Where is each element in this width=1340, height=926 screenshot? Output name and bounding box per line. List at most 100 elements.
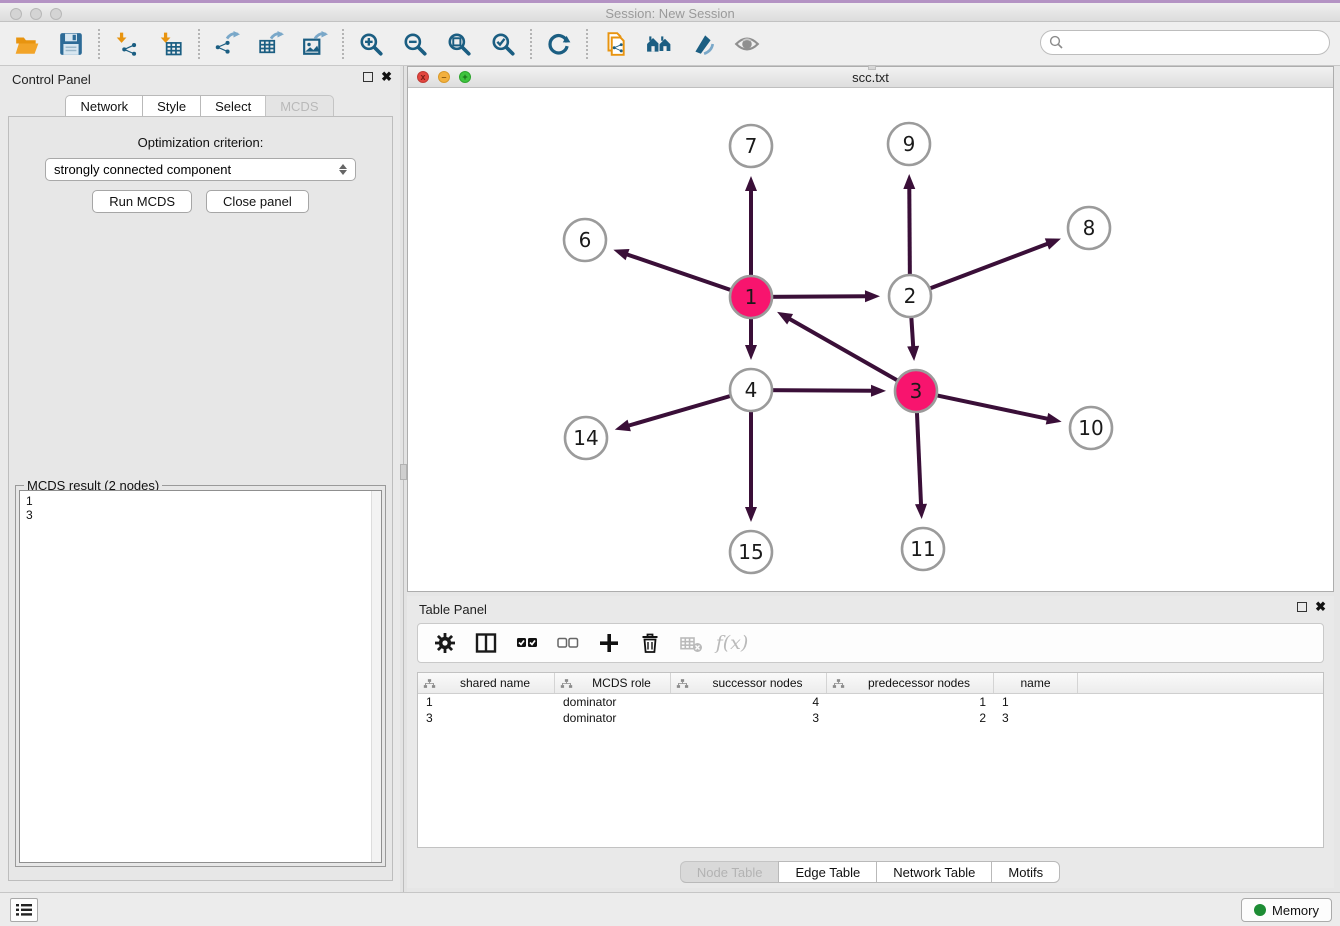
tab-style[interactable]: Style: [142, 95, 201, 116]
node-label-3: 3: [910, 379, 923, 403]
application-window: Session: New Session Control Panel ✖ Net…: [0, 0, 1340, 926]
edge-2-8[interactable]: [922, 243, 1049, 291]
edge-arrowhead: [871, 385, 886, 397]
table-row[interactable]: 3dominator323: [418, 710, 1323, 726]
column-header-predecessor-nodes[interactable]: predecessor nodes: [827, 673, 994, 693]
column-header-successor-nodes[interactable]: successor nodes: [671, 673, 827, 693]
edge-4-3[interactable]: [764, 390, 873, 391]
splitter-grip-horizontal[interactable]: [868, 65, 876, 70]
refresh-button[interactable]: [545, 30, 573, 58]
table-cell-predecessor-nodes[interactable]: 2: [827, 710, 994, 726]
node-label-7: 7: [745, 134, 758, 158]
delete-icon: [638, 631, 662, 655]
deselect-all-button[interactable]: [555, 630, 581, 656]
splitter-grip[interactable]: [400, 464, 407, 480]
export-network-button[interactable]: [213, 30, 241, 58]
float-table-panel-icon[interactable]: [1297, 602, 1307, 612]
tab-network[interactable]: Network: [65, 95, 143, 116]
zoom-selected-icon: [490, 31, 516, 57]
delete-table-icon: [679, 631, 703, 655]
column-header-name[interactable]: name: [994, 673, 1078, 693]
close-panel-icon[interactable]: ✖: [381, 72, 392, 82]
export-table-button[interactable]: [257, 30, 285, 58]
close-panel-button[interactable]: Close panel: [206, 190, 309, 213]
control-panel-title: Control Panel: [12, 72, 91, 87]
show-hide-button[interactable]: [733, 30, 761, 58]
select-all-button[interactable]: [514, 630, 540, 656]
save-session-button[interactable]: [57, 30, 85, 58]
first-neighbors-button[interactable]: [645, 30, 673, 58]
table-row[interactable]: 1dominator411: [418, 694, 1323, 710]
table-cell-shared-name[interactable]: 1: [418, 694, 555, 710]
delete-button[interactable]: [637, 630, 663, 656]
control-panel-header: Control Panel ✖: [0, 66, 400, 92]
tab-select[interactable]: Select: [200, 95, 266, 116]
table-cell-name[interactable]: 3: [994, 710, 1078, 726]
deselect-all-icon: [556, 631, 580, 655]
result-scrollbar[interactable]: [371, 491, 381, 862]
panel-splitter-vertical[interactable]: [400, 66, 407, 892]
tab-network-table[interactable]: Network Table: [876, 861, 992, 883]
table-cell-successor-nodes[interactable]: 3: [671, 710, 827, 726]
add-button[interactable]: [596, 630, 622, 656]
task-history-button[interactable]: [10, 898, 38, 922]
zoom-fit-icon: [446, 31, 472, 57]
zoom-in-button[interactable]: [357, 30, 385, 58]
open-session-button[interactable]: [13, 30, 41, 58]
memory-button[interactable]: Memory: [1241, 898, 1332, 922]
tab-node-table[interactable]: Node Table: [680, 861, 780, 883]
network-graph[interactable]: 7968124314101511: [408, 88, 1333, 591]
edge-3-10[interactable]: [929, 394, 1049, 419]
refresh-icon: [546, 31, 572, 57]
zoom-in-icon: [358, 31, 384, 57]
task-list-icon: [16, 903, 32, 917]
table-cell-MCDS-role[interactable]: dominator: [555, 710, 671, 726]
table-cell-successor-nodes[interactable]: 4: [671, 694, 827, 710]
close-table-panel-icon[interactable]: ✖: [1315, 602, 1326, 612]
edge-arrowhead: [1045, 238, 1061, 249]
import-table-button[interactable]: [157, 30, 185, 58]
export-table-icon: [258, 31, 284, 57]
edge-4-14[interactable]: [627, 394, 738, 426]
node-label-11: 11: [910, 537, 935, 561]
mcds-result-text[interactable]: 1 3: [19, 490, 382, 863]
memory-status-icon: [1254, 904, 1266, 916]
column-header-shared-name[interactable]: shared name: [418, 673, 555, 693]
edge-1-6[interactable]: [626, 254, 739, 293]
zoom-out-button[interactable]: [401, 30, 429, 58]
column-header-MCDS-role[interactable]: MCDS role: [555, 673, 671, 693]
network-canvas[interactable]: 7968124314101511: [408, 88, 1333, 591]
edge-1-2[interactable]: [764, 296, 867, 297]
edge-3-11[interactable]: [917, 404, 922, 506]
run-mcds-button[interactable]: Run MCDS: [92, 190, 192, 213]
table-cell-predecessor-nodes[interactable]: 1: [827, 694, 994, 710]
zoom-fit-button[interactable]: [445, 30, 473, 58]
float-panel-icon[interactable]: [363, 72, 373, 82]
tab-edge-table[interactable]: Edge Table: [778, 861, 877, 883]
import-network-icon: [114, 31, 140, 57]
zoom-selected-button[interactable]: [489, 30, 517, 58]
criterion-select[interactable]: strongly connected component: [45, 158, 356, 181]
mcds-result-group: MCDS result (2 nodes) 1 3: [15, 485, 386, 867]
tab-mcds[interactable]: MCDS: [265, 95, 333, 116]
edge-3-1[interactable]: [788, 318, 904, 384]
table-cell-MCDS-role[interactable]: dominator: [555, 694, 671, 710]
zoom-out-icon: [402, 31, 428, 57]
export-image-button[interactable]: [301, 30, 329, 58]
attribute-type-icon: [832, 678, 845, 689]
node-label-15: 15: [738, 540, 763, 564]
search-input[interactable]: [1040, 30, 1330, 55]
import-network-button[interactable]: [113, 30, 141, 58]
columns-button[interactable]: [473, 630, 499, 656]
tab-motifs[interactable]: Motifs: [991, 861, 1060, 883]
settings-gear-button[interactable]: [432, 630, 458, 656]
edge-2-9[interactable]: [909, 187, 910, 283]
clone-network-button[interactable]: [601, 30, 629, 58]
network-window-titlebar: x – + scc.txt: [408, 67, 1333, 88]
apply-style-button[interactable]: [689, 30, 717, 58]
network-view-window: x – + scc.txt 7968124314101511: [407, 66, 1334, 592]
edge-arrowhead: [745, 345, 757, 360]
table-cell-shared-name[interactable]: 3: [418, 710, 555, 726]
table-cell-name[interactable]: 1: [994, 694, 1078, 710]
export-network-icon: [214, 31, 240, 57]
